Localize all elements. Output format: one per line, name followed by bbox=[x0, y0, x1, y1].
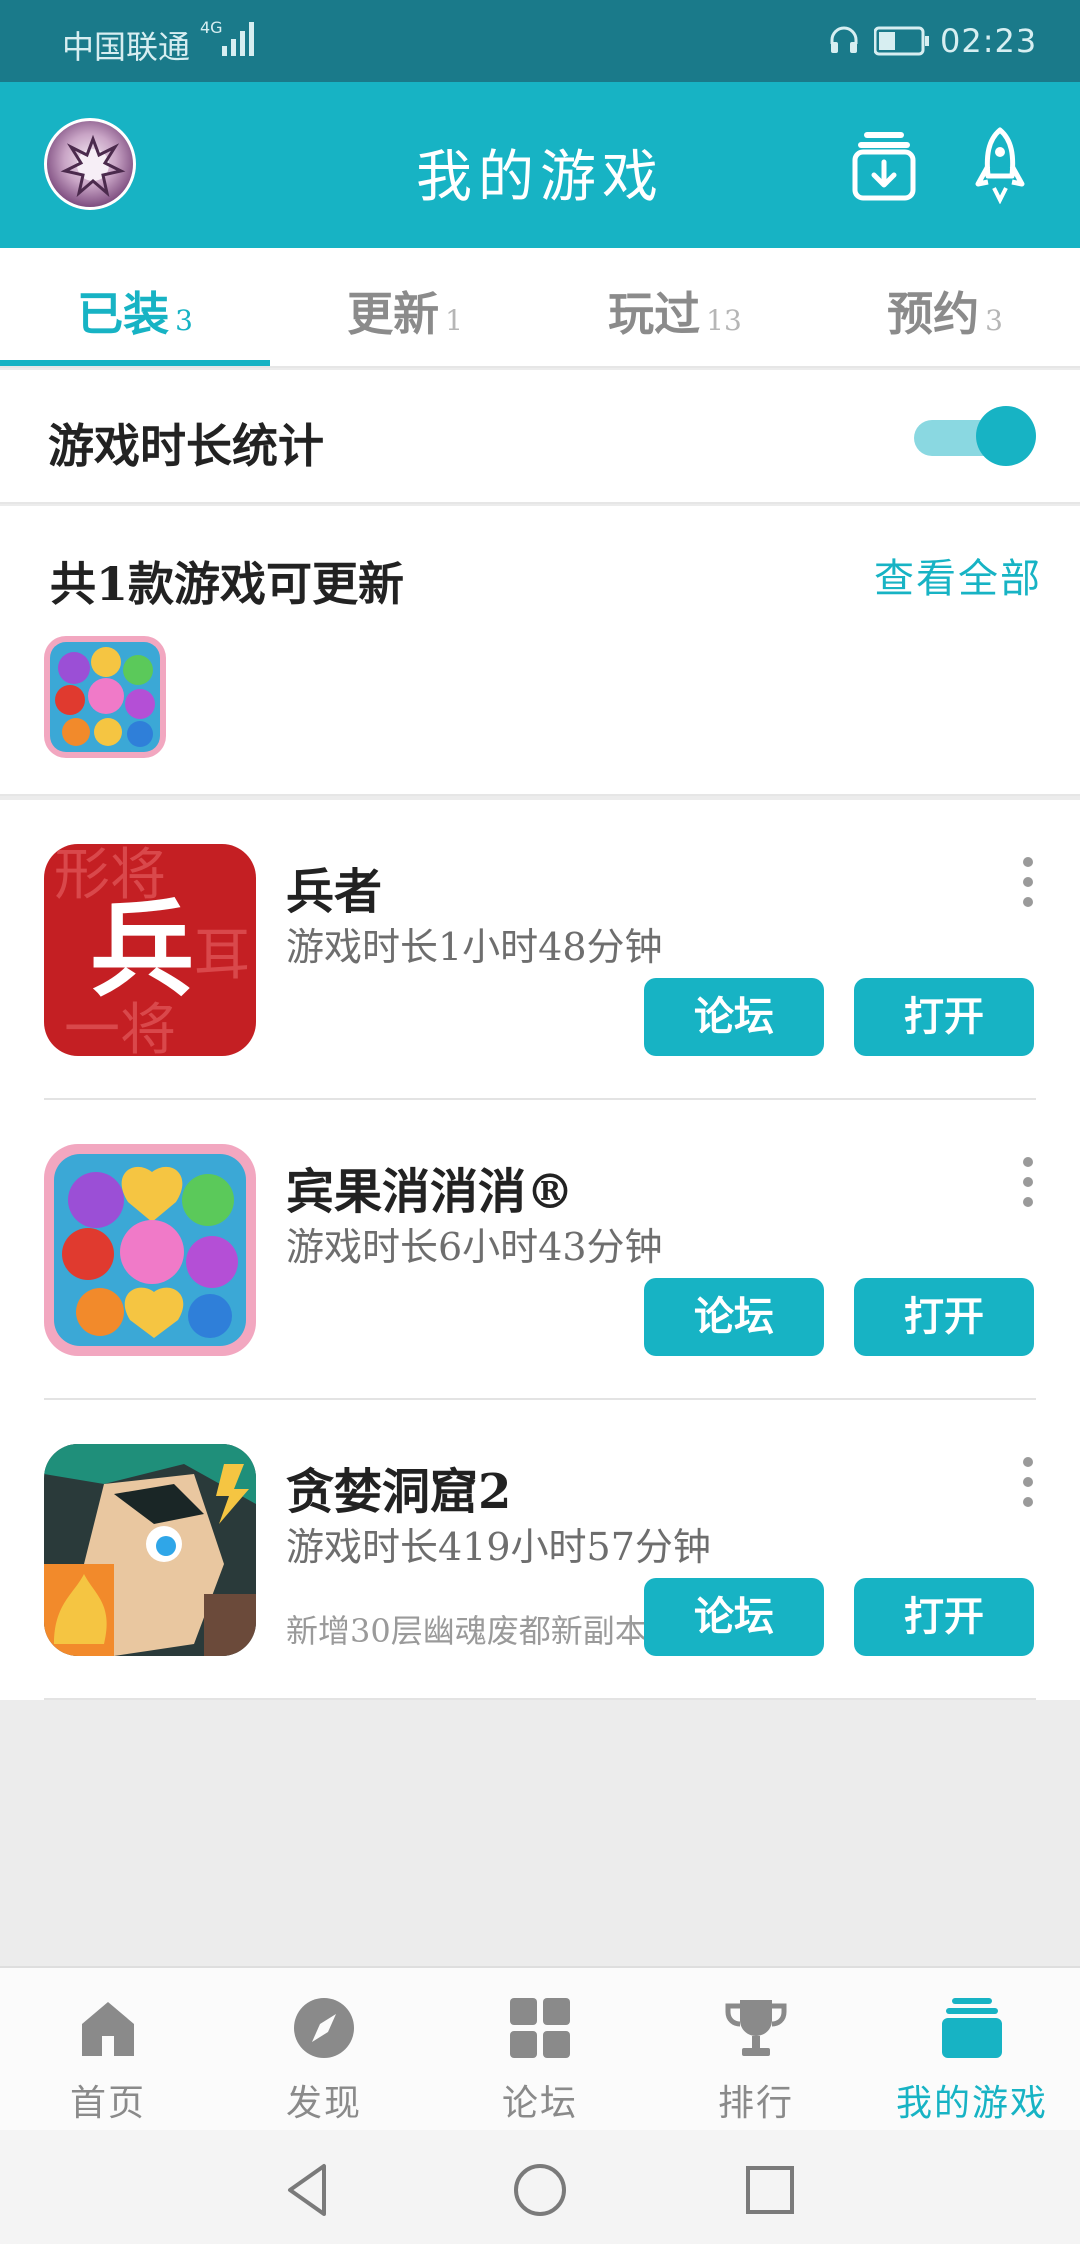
playtime-stats-row: 游戏时长统计 bbox=[0, 370, 1080, 504]
status-bar: 中国联通 4G 02:23 bbox=[0, 0, 1080, 82]
more-options-icon[interactable] bbox=[1016, 852, 1040, 912]
app-bar: 我的游戏 bbox=[0, 82, 1080, 248]
toggle-thumb bbox=[976, 406, 1036, 466]
game-icon[interactable] bbox=[44, 1444, 256, 1656]
open-button[interactable]: 打开 bbox=[854, 978, 1034, 1056]
game-playtime: 游戏时长419小时57分钟 bbox=[286, 1525, 711, 1569]
network-type: 4G bbox=[200, 18, 223, 37]
game-name: 宾果消消消® bbox=[286, 1164, 575, 1220]
list-item[interactable]: 贪婪洞窟2 游戏时长419小时57分钟 新增30层幽魂废都新副本 论坛 打开 bbox=[0, 1400, 1080, 1700]
forum-button[interactable]: 论坛 bbox=[644, 1278, 824, 1356]
tab-count: 13 bbox=[706, 304, 742, 337]
nav-label: 论坛 bbox=[501, 2083, 578, 2124]
tab-installed[interactable]: 已装 3 bbox=[0, 278, 270, 344]
tab-count: 3 bbox=[985, 304, 1003, 337]
trophy-icon bbox=[725, 2000, 787, 2056]
more-options-icon[interactable] bbox=[1016, 1452, 1040, 1512]
tab-indicator bbox=[0, 360, 270, 366]
carrier-name: 中国联通 bbox=[62, 28, 191, 66]
headset-icon bbox=[830, 26, 858, 53]
back-icon[interactable] bbox=[280, 2160, 340, 2220]
divider bbox=[44, 1698, 1036, 1700]
playtime-stats-label: 游戏时长统计 bbox=[48, 419, 324, 473]
game-name: 贪婪洞窟2 bbox=[286, 1464, 512, 1520]
nav-label: 发现 bbox=[285, 2083, 362, 2124]
game-playtime: 游戏时长1小时48分钟 bbox=[286, 925, 663, 969]
installed-games-list: 形将 耳 一将 兵 兵者 游戏时长1小时48分钟 论坛 打开 宾果消消消® 游戏… bbox=[0, 800, 1080, 1700]
game-icon[interactable]: 形将 耳 一将 兵 bbox=[44, 844, 256, 1056]
game-update-news: 新增30层幽魂废都新副本 bbox=[286, 1612, 646, 1650]
svg-text:耳: 耳 bbox=[194, 923, 250, 988]
bottom-nav: 首页 发现 论坛 排行 我的游戏 bbox=[0, 1966, 1080, 2130]
system-nav-bar bbox=[0, 2130, 1080, 2244]
compass-icon bbox=[294, 1998, 354, 2058]
signal-icon bbox=[222, 22, 254, 56]
updates-count-label: 共1款游戏可更新 bbox=[50, 557, 405, 611]
tab-label: 更新 bbox=[347, 287, 440, 341]
icon-glyph: 兵 bbox=[90, 888, 194, 1011]
game-icon[interactable] bbox=[44, 1144, 256, 1356]
forum-button[interactable]: 论坛 bbox=[644, 978, 824, 1056]
nav-item-my-games[interactable]: 我的游戏 bbox=[864, 1968, 1080, 2132]
update-game-icon[interactable] bbox=[44, 636, 166, 758]
game-box-icon bbox=[942, 1998, 1002, 2058]
view-all-link[interactable]: 查看全部 bbox=[874, 546, 1042, 604]
rocket-icon[interactable] bbox=[972, 126, 1028, 204]
bingzhe-game-icon: 形将 耳 一将 兵 bbox=[44, 844, 256, 1056]
candy-game-icon bbox=[44, 636, 166, 758]
list-item[interactable]: 形将 耳 一将 兵 兵者 游戏时长1小时48分钟 论坛 打开 bbox=[0, 800, 1080, 1100]
forum-button[interactable]: 论坛 bbox=[644, 1578, 824, 1656]
list-item[interactable]: 宾果消消消® 游戏时长6小时43分钟 论坛 打开 bbox=[0, 1100, 1080, 1400]
open-button[interactable]: 打开 bbox=[854, 1578, 1034, 1656]
cave-game-icon bbox=[44, 1444, 256, 1656]
nav-item-ranking[interactable]: 排行 bbox=[648, 1968, 864, 2132]
home-icon bbox=[82, 2002, 134, 2056]
tab-count: 3 bbox=[175, 304, 193, 337]
tab-updates[interactable]: 更新 1 bbox=[270, 278, 540, 344]
game-playtime: 游戏时长6小时43分钟 bbox=[286, 1225, 663, 1269]
tab-count: 1 bbox=[445, 304, 463, 337]
tab-label: 已装 bbox=[77, 287, 170, 341]
page-title: 我的游戏 bbox=[416, 145, 664, 210]
recents-icon[interactable] bbox=[740, 2160, 800, 2220]
nav-label: 首页 bbox=[69, 2083, 146, 2124]
clock: 02:23 bbox=[940, 22, 1038, 60]
nav-label: 我的游戏 bbox=[895, 2083, 1048, 2124]
playtime-stats-toggle[interactable] bbox=[914, 406, 1036, 468]
nav-item-discover[interactable]: 发现 bbox=[216, 1968, 432, 2132]
tab-played[interactable]: 玩过 13 bbox=[540, 278, 810, 344]
battery-icon bbox=[874, 26, 929, 56]
open-button[interactable]: 打开 bbox=[854, 1278, 1034, 1356]
tab-label: 玩过 bbox=[608, 287, 701, 341]
grid-icon bbox=[510, 1998, 570, 2058]
nav-item-home[interactable]: 首页 bbox=[0, 1968, 216, 2132]
nav-item-forum[interactable]: 论坛 bbox=[432, 1968, 648, 2132]
tab-reserved[interactable]: 预约 3 bbox=[810, 278, 1080, 344]
updates-section: 共1款游戏可更新 查看全部 bbox=[0, 506, 1080, 796]
more-options-icon[interactable] bbox=[1016, 1152, 1040, 1212]
nav-label: 排行 bbox=[717, 2083, 794, 2124]
download-box-icon[interactable] bbox=[852, 130, 916, 202]
home-circle-icon[interactable] bbox=[510, 2160, 570, 2220]
tab-label: 预约 bbox=[887, 287, 980, 341]
game-name: 兵者 bbox=[286, 864, 383, 920]
candy-game-icon bbox=[44, 1144, 256, 1356]
tab-bar: 已装 3 更新 1 玩过 13 预约 3 bbox=[0, 248, 1080, 368]
